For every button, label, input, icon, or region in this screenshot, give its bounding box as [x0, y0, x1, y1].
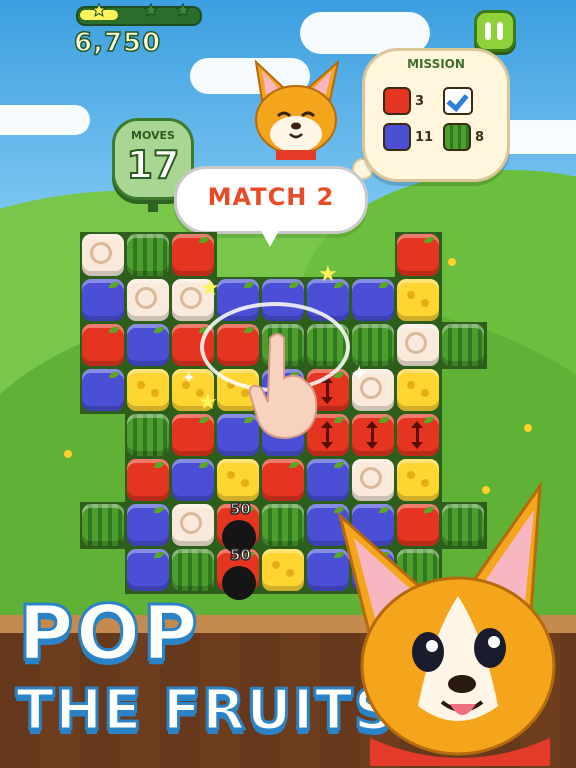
points-popup: 50	[229, 499, 251, 519]
roll-tile[interactable]	[82, 234, 124, 276]
apple-tile[interactable]	[172, 414, 214, 456]
leaf-icon	[334, 417, 344, 423]
vertical-arrow-icon	[321, 376, 333, 404]
leaf-icon	[379, 417, 389, 423]
plum-tile[interactable]	[127, 324, 169, 366]
leaf-icon	[379, 282, 389, 288]
pop-effect	[222, 566, 256, 600]
apple-tile[interactable]	[172, 234, 214, 276]
leaf-icon	[154, 462, 164, 468]
leaf-icon	[289, 282, 299, 288]
leaf-icon	[199, 417, 209, 423]
roll-tile[interactable]	[172, 504, 214, 546]
leaf-icon	[424, 237, 434, 243]
leaf-icon	[424, 417, 434, 423]
corgi-mascot-large	[337, 480, 556, 766]
leaf-icon	[109, 327, 119, 333]
plum-tile[interactable]	[82, 279, 124, 321]
leaf-icon	[334, 462, 344, 468]
cheese-tile[interactable]	[397, 279, 439, 321]
sparkle-icon: ★	[200, 276, 220, 301]
melon-tile[interactable]	[262, 504, 304, 546]
leaf-icon	[289, 462, 299, 468]
cheese-tile[interactable]	[127, 369, 169, 411]
leaf-icon	[244, 282, 254, 288]
melon-tile[interactable]	[127, 234, 169, 276]
cheese-tile[interactable]	[217, 459, 259, 501]
roll-tile[interactable]	[397, 324, 439, 366]
apple-tile[interactable]	[397, 414, 439, 456]
leaf-icon	[154, 507, 164, 513]
sparkle-icon: ✦	[182, 368, 196, 387]
apple-tile[interactable]	[82, 324, 124, 366]
leaf-icon	[109, 372, 119, 378]
sparkle-icon: ★	[318, 262, 338, 287]
apple-tile[interactable]	[397, 234, 439, 276]
cheese-tile[interactable]	[262, 549, 304, 591]
plum-tile[interactable]	[127, 504, 169, 546]
leaf-icon	[109, 282, 119, 288]
leaf-icon	[199, 237, 209, 243]
melon-tile[interactable]	[352, 324, 394, 366]
game-scene: 6,750 MISSION 3 11 8 MOVES 17 MATCH 2 ★ …	[0, 0, 576, 768]
melon-tile[interactable]	[82, 504, 124, 546]
melon-tile[interactable]	[442, 324, 484, 366]
pointing-hand-icon	[248, 333, 318, 440]
apple-tile[interactable]	[127, 459, 169, 501]
sparkle-icon: ✦	[350, 362, 369, 387]
vertical-arrow-icon	[411, 421, 423, 449]
leaf-icon	[154, 327, 164, 333]
plum-tile[interactable]	[127, 549, 169, 591]
plum-tile[interactable]	[82, 369, 124, 411]
cheese-tile[interactable]	[397, 369, 439, 411]
melon-tile[interactable]	[127, 414, 169, 456]
plum-tile[interactable]	[352, 279, 394, 321]
sparkle-icon: ★	[198, 390, 218, 415]
plum-tile[interactable]	[172, 459, 214, 501]
points-popup: 50	[229, 545, 251, 565]
apple-tile[interactable]	[262, 459, 304, 501]
vertical-arrow-icon	[366, 421, 378, 449]
apple-tile[interactable]	[352, 414, 394, 456]
leaf-icon	[154, 552, 164, 558]
melon-tile[interactable]	[172, 549, 214, 591]
leaf-icon	[199, 462, 209, 468]
roll-tile[interactable]	[127, 279, 169, 321]
vertical-arrow-icon	[321, 421, 333, 449]
headline-line-1: POP	[16, 587, 201, 679]
